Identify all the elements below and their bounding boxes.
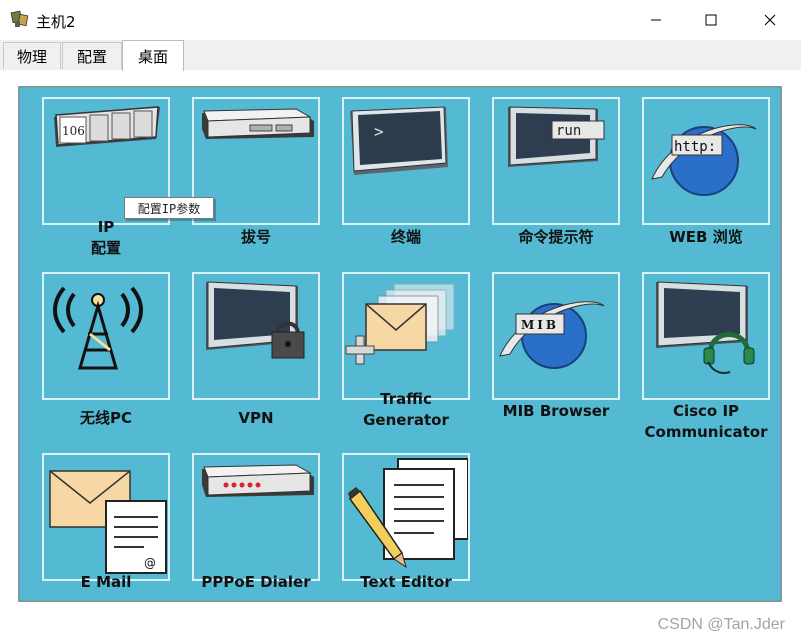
window-title: 主机2	[36, 13, 76, 31]
app-pppoe-dialer[interactable]	[192, 453, 320, 581]
app-vpn[interactable]	[192, 272, 320, 400]
tab-content: 106 > run http: IP 配置 拔号 终端 命令提示符 WEB 浏览…	[0, 70, 801, 642]
text-editor-icon	[348, 458, 468, 569]
app-mib-browser[interactable]: MIB	[492, 272, 620, 400]
tab-config[interactable]: 配置	[62, 42, 122, 69]
svg-text:MIB: MIB	[521, 318, 559, 332]
minimize-icon	[651, 19, 661, 21]
watermark: CSDN @Tan.Jder	[657, 616, 785, 633]
svg-text:106: 106	[62, 124, 85, 138]
email-envelope-icon: @	[49, 470, 167, 574]
app-traffic-generator[interactable]	[342, 272, 470, 400]
app-label-line2: Generator	[363, 411, 449, 429]
svg-text:run: run	[556, 123, 581, 139]
vpn-lock-icon	[206, 281, 305, 359]
app-label-text-editor: Text Editor	[360, 573, 452, 591]
tooltip: 配置IP参数	[124, 197, 214, 219]
terminal-icon: >	[350, 106, 448, 175]
svg-text:@: @	[144, 556, 156, 570]
app-command-prompt[interactable]: run	[492, 97, 620, 225]
app-email[interactable]: @	[42, 453, 170, 581]
maximize-icon	[705, 14, 717, 26]
headset-monitor-icon	[656, 281, 755, 374]
tab-bar: 物理 配置 桌面	[0, 40, 801, 71]
command-prompt-icon: run	[508, 106, 605, 167]
svg-text:>: >	[374, 122, 384, 141]
app-cisco-ip-communicator[interactable]	[642, 272, 770, 400]
app-label-web-browser: WEB 浏览	[669, 228, 743, 246]
traffic-generator-icon	[345, 283, 455, 365]
mib-globe-icon: MIB	[499, 301, 605, 369]
app-label-line2: Communicator	[644, 423, 768, 441]
tab-physical[interactable]: 物理	[3, 42, 61, 69]
app-label-cisco-ip-communicator: Cisco IP Communicator	[616, 401, 796, 443]
svg-text:http:: http:	[674, 139, 716, 155]
app-web-browser[interactable]: http:	[642, 97, 770, 225]
close-button[interactable]	[741, 0, 799, 40]
app-terminal[interactable]: >	[342, 97, 470, 225]
wireless-tower-icon	[53, 286, 143, 370]
pppoe-modem-icon	[202, 464, 314, 497]
desktop-panel: 106 > run http: IP 配置 拔号 终端 命令提示符 WEB 浏览…	[18, 86, 782, 602]
app-wireless-pc[interactable]	[42, 272, 170, 400]
app-label-line1: Cisco IP	[672, 402, 740, 420]
app-label-line1: Traffic	[380, 390, 432, 408]
minimize-button[interactable]	[627, 0, 685, 40]
web-browser-icon: http:	[651, 124, 757, 196]
close-icon	[764, 14, 776, 26]
maximize-button[interactable]	[682, 0, 740, 40]
packet-tracer-icon	[10, 10, 29, 27]
tab-desktop[interactable]: 桌面	[122, 40, 184, 71]
app-text-editor[interactable]	[342, 453, 470, 581]
title-bar: 主机2	[0, 0, 801, 40]
app-label-line1: IP	[97, 218, 115, 236]
app-label-line2: 配置	[90, 239, 121, 257]
